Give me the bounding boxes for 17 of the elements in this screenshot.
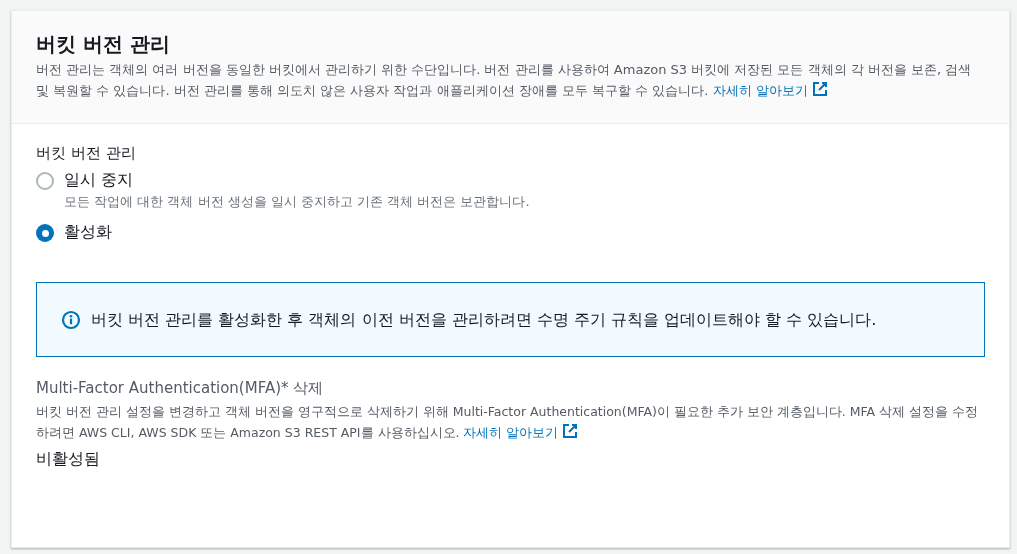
section-title: 버킷 버전 관리 [36, 31, 171, 57]
field-label: 버킷 버전 관리 [36, 143, 137, 164]
external-link-icon [811, 81, 828, 97]
external-link-icon [562, 423, 579, 439]
radio-label[interactable]: 활성화 [64, 220, 112, 244]
info-icon [61, 309, 81, 330]
radio-button[interactable] [36, 224, 54, 242]
radio-description: 모든 작업에 대한 객체 버전 생성을 일시 중지하고 기존 객체 버전은 보관합니다. [64, 193, 530, 211]
learn-more-link[interactable]: 자세히 알아보기 [712, 83, 828, 98]
section-description: 버전 관리는 객체의 여러 버전을 동일한 버킷에서 관리하기 위한 수단입니다. 버전 관리를 사용하여 Amazon S3 버킷에 저장된 모든 객체의 각 버전을 보존, 검색 및 복원할 수 있습니다. 버전 관리를 통해 의도치 않은 사용자 작업과 애플리케이션 장애를 모두 복구할 수 있습니다. 자세히 알아보기 [36, 61, 973, 100]
field-value: 비활성됨 [36, 448, 101, 470]
radio-button[interactable] [36, 172, 54, 190]
field-description: 버킷 버전 관리 설정을 변경하고 객체 버전을 영구적으로 삭제하기 위해 Multi-Factor Authentication(MFA)이 필요한 추가 보안 계층입니다. MFA 삭제 설정을 수정하려면 AWS CLI, AWS SDK 또는 Amazon S3 REST API를 사용하십시오. 자세히 알아보기 [36, 403, 980, 442]
learn-more-link[interactable]: 자세히 알아보기 [463, 425, 579, 440]
radio-label[interactable]: 일시 중지 [64, 168, 530, 192]
alert-text: 버킷 버전 관리를 활성화한 후 객체의 이전 버전을 관리하려면 수명 주기 규칙을 업데이트해야 할 수 있습니다. [91, 308, 877, 331]
field-label: Multi-Factor Authentication(MFA)* 삭제 [36, 378, 325, 399]
